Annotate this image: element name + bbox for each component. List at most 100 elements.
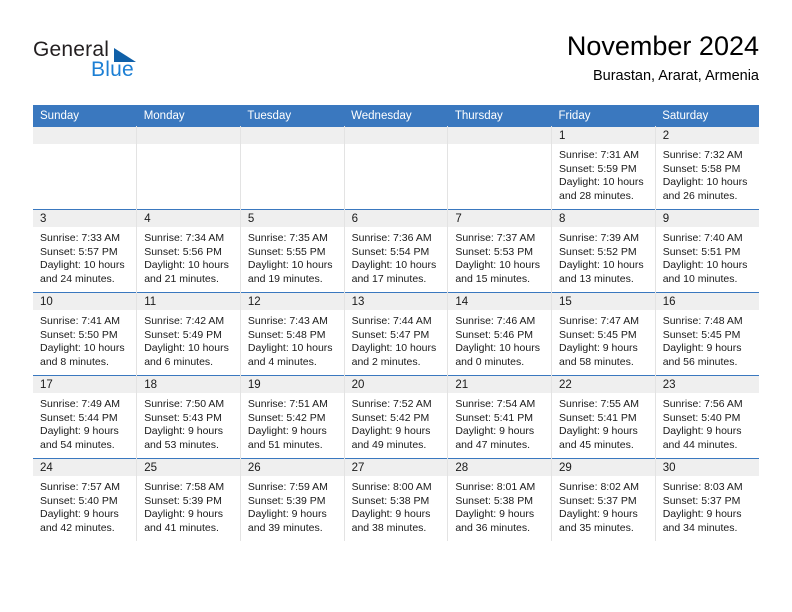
calendar-day-cell[interactable]: 17 Sunrise: 7:49 AM Sunset: 5:44 PM Dayligh… (33, 375, 138, 459)
sunset-time: Sunset: 5:46 PM (455, 328, 533, 341)
calendar-day-cell[interactable]: 12 Sunrise: 7:43 AM Sunset: 5:48 PM Dayligh… (240, 292, 345, 376)
daylight-duration-line1: Daylight: 10 hours (559, 176, 644, 189)
day-details: Sunrise: 7:34 AM Sunset: 5:56 PM Daylight:… (137, 227, 240, 286)
calendar-day-cell[interactable]: 11 Sunrise: 7:42 AM Sunset: 5:49 PM Dayligh… (136, 292, 241, 376)
sunrise-time: Sunrise: 7:36 AM (351, 232, 432, 244)
calendar-day-cell[interactable]: 23 Sunrise: 7:56 AM Sunset: 5:40 PM Dayligh… (655, 375, 759, 459)
day-details: Sunrise: 7:31 AM Sunset: 5:59 PM Daylight:… (552, 144, 655, 203)
calendar-day-cell[interactable]: 20 Sunrise: 7:52 AM Sunset: 5:42 PM Dayligh… (344, 375, 449, 459)
daylight-duration-line2: and 42 minutes. (40, 521, 115, 534)
day-details: Sunrise: 7:36 AM Sunset: 5:54 PM Daylight:… (345, 227, 448, 286)
calendar-day-cell[interactable]: 30 Sunrise: 8:03 AM Sunset: 5:37 PM Dayligh… (655, 458, 759, 541)
sunrise-time: Sunrise: 7:50 AM (144, 398, 225, 410)
sunrise-time: Sunrise: 7:47 AM (559, 315, 639, 327)
day-number: 14 (448, 293, 552, 310)
calendar-day-cell[interactable]: 4 Sunrise: 7:34 AM Sunset: 5:56 PM Daylight… (136, 209, 241, 293)
daylight-duration-line1: Daylight: 10 hours (247, 342, 333, 355)
calendar-day-cell[interactable]: 24 Sunrise: 7:57 AM Sunset: 5:40 PM Dayligh… (33, 458, 138, 541)
day-number: 27 (344, 459, 448, 476)
calendar-day-cell[interactable]: 19 Sunrise: 7:51 AM Sunset: 5:42 PM Dayligh… (240, 375, 345, 459)
daylight-duration-line1: Daylight: 10 hours (247, 259, 333, 272)
daylight-duration-line2: and 17 minutes. (351, 272, 427, 285)
sunset-time: Sunset: 5:39 PM (247, 494, 326, 507)
daylight-duration-line2: and 34 minutes. (662, 521, 738, 534)
daylight-duration-line1: Daylight: 10 hours (455, 259, 540, 272)
calendar-grid: Sunday Monday Tuesday Wednesday Thursday… (33, 105, 759, 541)
sunset-time: Sunset: 5:49 PM (144, 328, 222, 341)
day-number: 21 (448, 376, 552, 393)
sunrise-time: Sunrise: 7:52 AM (351, 398, 432, 410)
daylight-duration-line1: Daylight: 9 hours (662, 425, 742, 438)
sunset-time: Sunset: 5:58 PM (662, 162, 741, 175)
weekday-header-wednesday: Wednesday (344, 105, 448, 127)
daylight-duration-line1: Daylight: 9 hours (455, 508, 535, 521)
daylight-duration-line2: and 8 minutes. (40, 355, 109, 368)
daylight-duration-line2: and 35 minutes. (559, 521, 634, 534)
calendar-day-cell[interactable]: 1 Sunrise: 7:31 AM Sunset: 5:59 PM Daylight… (551, 126, 656, 210)
day-number: 12 (240, 293, 344, 310)
sunrise-time: Sunrise: 8:00 AM (351, 481, 432, 493)
calendar-day-cell[interactable]: 14 Sunrise: 7:46 AM Sunset: 5:46 PM Dayligh… (447, 292, 553, 376)
sunset-time: Sunset: 5:52 PM (559, 245, 637, 258)
day-details: Sunrise: 7:54 AM Sunset: 5:41 PM Daylight:… (448, 393, 551, 452)
daylight-duration-line2: and 45 minutes. (559, 438, 634, 451)
calendar-day-cell[interactable]: 26 Sunrise: 7:59 AM Sunset: 5:39 PM Dayligh… (240, 458, 345, 541)
sunset-time: Sunset: 5:53 PM (455, 245, 533, 258)
day-details: Sunrise: 7:56 AM Sunset: 5:40 PM Daylight:… (656, 393, 759, 452)
calendar-day-cell[interactable]: 6 Sunrise: 7:36 AM Sunset: 5:54 PM Daylight… (344, 209, 449, 293)
calendar-day-cell[interactable]: 18 Sunrise: 7:50 AM Sunset: 5:43 PM Dayligh… (136, 375, 241, 459)
calendar-day-cell[interactable]: 10 Sunrise: 7:41 AM Sunset: 5:50 PM Dayligh… (33, 292, 138, 376)
calendar-day-cell[interactable]: 27 Sunrise: 8:00 AM Sunset: 5:38 PM Dayligh… (344, 458, 449, 541)
calendar-day-cell[interactable]: 7 Sunrise: 7:37 AM Sunset: 5:53 PM Daylight… (447, 209, 553, 293)
calendar-day-cell[interactable]: 8 Sunrise: 7:39 AM Sunset: 5:52 PM Daylight… (551, 209, 656, 293)
brand-logo[interactable]: General Blue (33, 38, 253, 90)
calendar-day-cell[interactable]: 9 Sunrise: 7:40 AM Sunset: 5:51 PM Daylight… (655, 209, 759, 293)
sunset-time: Sunset: 5:42 PM (247, 411, 326, 424)
day-number: 25 (137, 459, 240, 476)
page-header: General Blue November 2024 Burastan, Ara… (33, 30, 759, 98)
sunrise-time: Sunrise: 7:37 AM (455, 232, 536, 244)
sunrise-time: Sunrise: 7:44 AM (351, 315, 432, 327)
day-details: Sunrise: 7:48 AM Sunset: 5:45 PM Daylight:… (656, 310, 759, 369)
calendar-day-cell[interactable]: 29 Sunrise: 8:02 AM Sunset: 5:37 PM Dayligh… (551, 458, 656, 541)
daylight-duration-line2: and 39 minutes. (247, 521, 323, 534)
calendar-body: 1 Sunrise: 7:31 AM Sunset: 5:59 PM Daylight… (33, 126, 759, 541)
calendar-day-cell[interactable]: 3 Sunrise: 7:33 AM Sunset: 5:57 PM Daylight… (33, 209, 138, 293)
day-number: 22 (552, 376, 655, 393)
sunrise-time: Sunrise: 8:02 AM (559, 481, 639, 493)
calendar-day-cell[interactable]: 5 Sunrise: 7:35 AM Sunset: 5:55 PM Daylight… (240, 209, 345, 293)
daylight-duration-line2: and 24 minutes. (40, 272, 115, 285)
calendar-day-cell[interactable]: 25 Sunrise: 7:58 AM Sunset: 5:39 PM Dayligh… (136, 458, 241, 541)
daylight-duration-line1: Daylight: 9 hours (559, 342, 638, 355)
daylight-duration-line2: and 38 minutes. (351, 521, 427, 534)
day-number: 8 (552, 210, 655, 227)
daylight-duration-line2: and 51 minutes. (247, 438, 323, 451)
day-details: Sunrise: 7:43 AM Sunset: 5:48 PM Daylight:… (241, 310, 344, 369)
page-title: November 2024 (566, 31, 759, 61)
daylight-duration-line2: and 58 minutes. (559, 355, 634, 368)
calendar-day-cell[interactable]: 15 Sunrise: 7:47 AM Sunset: 5:45 PM Dayligh… (551, 292, 656, 376)
calendar-day-cell[interactable]: 13 Sunrise: 7:44 AM Sunset: 5:47 PM Dayligh… (344, 292, 449, 376)
sunset-time: Sunset: 5:59 PM (559, 162, 637, 175)
calendar-day-cell[interactable]: 2 Sunrise: 7:32 AM Sunset: 5:58 PM Daylight… (655, 126, 759, 210)
calendar-day-cell[interactable]: 22 Sunrise: 7:55 AM Sunset: 5:41 PM Dayligh… (551, 375, 656, 459)
daylight-duration-line2: and 56 minutes. (662, 355, 738, 368)
daylight-duration-line2: and 4 minutes. (247, 355, 317, 368)
daylight-duration-line2: and 15 minutes. (455, 272, 531, 285)
sunrise-time: Sunrise: 7:43 AM (247, 315, 328, 327)
sunset-time: Sunset: 5:37 PM (559, 494, 637, 507)
sunrise-time: Sunrise: 7:46 AM (455, 315, 536, 327)
weekday-header-saturday: Saturday (655, 105, 759, 127)
daylight-duration-line2: and 0 minutes. (455, 355, 525, 368)
day-details: Sunrise: 7:35 AM Sunset: 5:55 PM Daylight:… (241, 227, 344, 286)
calendar-day-cell[interactable]: 21 Sunrise: 7:54 AM Sunset: 5:41 PM Dayligh… (447, 375, 553, 459)
day-details: Sunrise: 7:55 AM Sunset: 5:41 PM Daylight:… (552, 393, 655, 452)
calendar-day-cell[interactable]: 16 Sunrise: 7:48 AM Sunset: 5:45 PM Dayligh… (655, 292, 759, 376)
calendar-day-cell[interactable]: 28 Sunrise: 8:01 AM Sunset: 5:38 PM Dayligh… (447, 458, 553, 541)
day-number: 18 (137, 376, 240, 393)
sunrise-time: Sunrise: 7:54 AM (455, 398, 536, 410)
day-number: 24 (33, 459, 137, 476)
daylight-duration-line2: and 47 minutes. (455, 438, 531, 451)
sunset-time: Sunset: 5:45 PM (662, 328, 741, 341)
daylight-duration-line1: Daylight: 10 hours (662, 176, 748, 189)
